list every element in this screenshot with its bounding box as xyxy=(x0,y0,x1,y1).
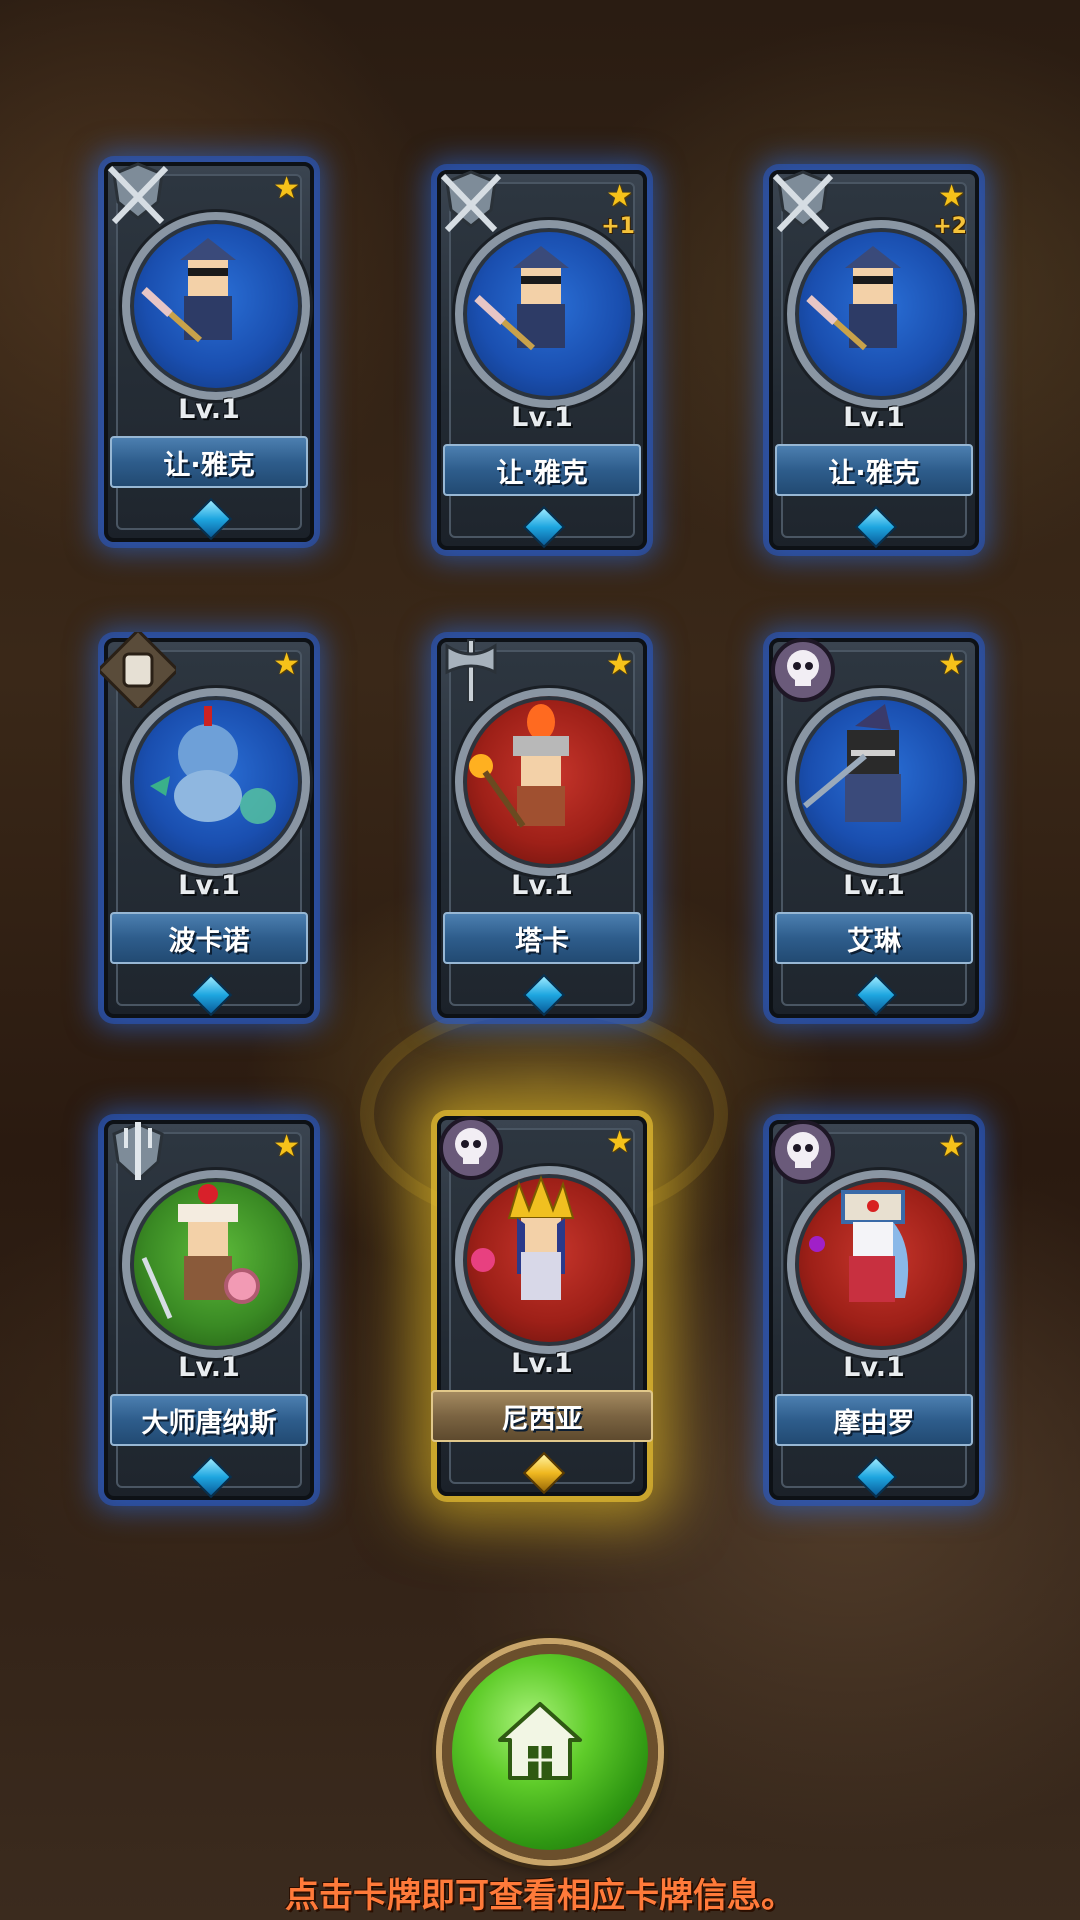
axe-icon xyxy=(445,639,497,703)
fist-icon xyxy=(100,632,176,708)
star-icon: ★ xyxy=(606,647,633,682)
star-icon: ★ xyxy=(273,647,300,682)
hero-card-6[interactable]: ★ Lv.1 艾琳 xyxy=(769,638,979,1018)
crossed-swords-shield-icon xyxy=(772,170,834,233)
hero-portrait xyxy=(787,1170,975,1358)
skull-icon xyxy=(771,638,835,702)
hero-name: 大师唐纳斯 xyxy=(110,1394,308,1446)
hero-level: Lv.1 xyxy=(843,1352,905,1383)
hero-card-9[interactable]: ★ Lv.1 摩由罗 xyxy=(769,1120,979,1500)
hero-card-1[interactable]: ★ Lv.1 让·雅克 xyxy=(104,162,314,542)
hero-card-2[interactable]: ★ +1 Lv.1 让·雅克 xyxy=(437,170,647,550)
hero-level: Lv.1 xyxy=(178,1352,240,1383)
hero-name: 塔卡 xyxy=(443,912,641,964)
skull-icon xyxy=(771,1120,835,1184)
hero-name: 让·雅克 xyxy=(775,444,973,496)
hero-level: Lv.1 xyxy=(511,402,573,433)
star-icon: ★ xyxy=(938,179,965,214)
hero-portrait xyxy=(122,212,310,400)
home-button[interactable] xyxy=(442,1644,658,1860)
hero-level: Lv.1 xyxy=(843,402,905,433)
hero-portrait xyxy=(787,688,975,876)
star-bonus: +1 xyxy=(601,214,635,239)
hero-portrait xyxy=(455,220,643,408)
star-icon: ★ xyxy=(938,1129,965,1164)
crossed-swords-shield-icon xyxy=(440,170,502,233)
hero-level: Lv.1 xyxy=(843,870,905,901)
star-icon: ★ xyxy=(606,1125,633,1160)
hero-portrait xyxy=(455,688,643,876)
hero-portrait xyxy=(787,220,975,408)
hero-level: Lv.1 xyxy=(178,870,240,901)
hero-name: 摩由罗 xyxy=(775,1394,973,1446)
hero-level: Lv.1 xyxy=(178,394,240,425)
hint-text: 点击卡牌即可查看相应卡牌信息。 xyxy=(285,1876,795,1916)
hero-name: 尼西亚 xyxy=(431,1390,653,1442)
star-icon: ★ xyxy=(938,647,965,682)
hero-card-3[interactable]: ★ +2 Lv.1 让·雅克 xyxy=(769,170,979,550)
hero-card-4[interactable]: ★ Lv.1 波卡诺 xyxy=(100,632,314,1018)
hero-portrait xyxy=(455,1166,643,1354)
home-icon xyxy=(498,1702,582,1780)
star-icon: ★ xyxy=(273,1129,300,1164)
hero-portrait xyxy=(122,688,310,876)
hero-card-8-highlighted[interactable]: ★ Lv.1 尼西亚 xyxy=(431,1116,653,1496)
star-bonus: +2 xyxy=(933,214,967,239)
hero-name: 让·雅克 xyxy=(443,444,641,496)
star-icon: ★ xyxy=(606,179,633,214)
hero-name: 让·雅克 xyxy=(110,436,308,488)
hero-level: Lv.1 xyxy=(511,870,573,901)
hero-portrait xyxy=(122,1170,310,1358)
hero-card-5[interactable]: ★ Lv.1 塔卡 xyxy=(437,638,647,1018)
star-icon: ★ xyxy=(273,171,300,206)
skull-icon xyxy=(439,1116,503,1180)
hero-name: 波卡诺 xyxy=(110,912,308,964)
hero-card-7[interactable]: ★ Lv.1 大师唐纳斯 xyxy=(104,1120,314,1500)
hero-name: 艾琳 xyxy=(775,912,973,964)
hero-level: Lv.1 xyxy=(511,1348,573,1379)
crossed-swords-shield-icon xyxy=(107,162,169,225)
trident-icon xyxy=(112,1122,164,1183)
